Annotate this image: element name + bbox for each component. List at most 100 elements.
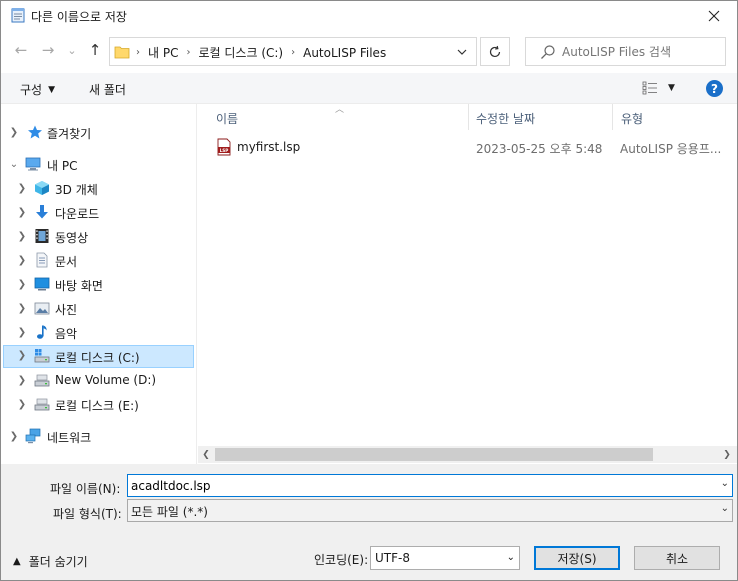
- hide-folders-button[interactable]: ▲ 폴더 숨기기: [13, 553, 88, 570]
- chevron-down-icon: ⌄: [506, 552, 515, 563]
- sidebar-item-local-disk-c[interactable]: ❯ 로컬 디스크 (C:): [3, 345, 194, 368]
- file-row[interactable]: LSP myfirst.lsp 2023-05-25 오후 5:48 AutoL…: [208, 136, 733, 158]
- chevron-right-icon[interactable]: ❯: [16, 399, 28, 410]
- hide-folders-label: 폴더 숨기기: [28, 555, 88, 569]
- sidebar-item-pictures[interactable]: ❯ 사진: [3, 297, 194, 320]
- star-icon: [28, 125, 42, 139]
- computer-icon: [25, 157, 41, 171]
- column-header-date-modified[interactable]: 수정한 날짜: [469, 104, 613, 130]
- video-icon: [35, 229, 49, 243]
- caret-down-icon: ▼: [48, 84, 56, 95]
- sort-ascending-icon: ︿: [335, 105, 345, 115]
- sidebar-item-label: 문서: [55, 255, 78, 269]
- save-button[interactable]: 저장(S): [534, 546, 620, 570]
- chevron-down-icon[interactable]: ⌄: [721, 478, 729, 489]
- column-header-type[interactable]: 유형: [613, 104, 737, 130]
- sidebar-item-desktop[interactable]: ❯ 바탕 화면: [3, 273, 194, 296]
- save-options-panel: 파일 이름(N): ⌄ 파일 형식(T): 모든 파일 (*.*) ⌄ ▲ 폴더…: [1, 464, 737, 580]
- sidebar-item-3d-objects[interactable]: ❯ 3D 개체: [3, 177, 194, 200]
- new-folder-label: 새 폴더: [89, 83, 126, 97]
- close-icon: [708, 10, 720, 22]
- chevron-left-icon: ❮: [202, 449, 210, 460]
- sidebar-item-label: 동영상: [55, 231, 89, 245]
- filename-field[interactable]: ⌄: [127, 474, 733, 497]
- search-box[interactable]: [525, 37, 726, 66]
- chevron-right-icon[interactable]: ❯: [16, 183, 28, 194]
- refresh-icon: [489, 45, 501, 57]
- caret-down-icon: ▼: [668, 83, 675, 93]
- sidebar-item-music[interactable]: ❯ 음악: [3, 321, 194, 344]
- sidebar-item-this-pc[interactable]: ⌄ 내 PC: [3, 153, 194, 176]
- download-icon: [36, 205, 48, 219]
- chevron-right-icon[interactable]: ❯: [16, 327, 28, 338]
- up-button[interactable]: ↑: [84, 39, 106, 61]
- column-header-label: 유형: [621, 112, 644, 126]
- search-input[interactable]: [562, 43, 722, 61]
- document-icon: [36, 252, 48, 268]
- organize-label: 구성: [20, 83, 43, 97]
- sidebar-item-label: 내 PC: [47, 159, 78, 173]
- sidebar-item-label: 사진: [55, 303, 78, 317]
- sidebar-item-new-volume-d[interactable]: ❯ New Volume (D:): [3, 369, 194, 392]
- sidebar-item-network[interactable]: ❯ 네트워크: [3, 425, 194, 448]
- breadcrumb-item[interactable]: 내 PC: [148, 44, 178, 61]
- sidebar-item-label: 다운로드: [55, 207, 100, 221]
- chevron-down-icon: ⌄: [67, 43, 77, 57]
- breadcrumb-item[interactable]: 로컬 디스크 (C:): [198, 44, 283, 61]
- horizontal-scrollbar[interactable]: ❮ ❯: [198, 446, 737, 463]
- chevron-up-icon: ▲: [13, 556, 21, 567]
- arrow-left-icon: ←: [14, 41, 28, 59]
- address-bar[interactable]: › 내 PC › 로컬 디스크 (C:) › AutoLISP Files: [109, 37, 477, 66]
- encoding-select[interactable]: UTF-8 ⌄: [370, 546, 520, 570]
- cancel-button[interactable]: 취소: [634, 546, 720, 570]
- back-button[interactable]: ←: [10, 39, 32, 61]
- chevron-down-icon[interactable]: ⌄: [8, 159, 20, 170]
- chevron-right-icon[interactable]: ❯: [16, 303, 28, 314]
- view-options-button[interactable]: ▼: [642, 81, 675, 95]
- sidebar-item-quick-access[interactable]: ❯ 즐겨찾기: [3, 121, 194, 144]
- refresh-button[interactable]: [480, 37, 510, 66]
- breadcrumb: › 내 PC › 로컬 디스크 (C:) › AutoLISP Files: [136, 44, 386, 61]
- search-icon: [541, 45, 555, 59]
- chevron-right-icon[interactable]: ❯: [8, 127, 20, 138]
- scrollbar-thumb[interactable]: [215, 448, 653, 461]
- recent-locations-button[interactable]: ⌄: [61, 39, 83, 61]
- chevron-right-icon[interactable]: ❯: [16, 255, 28, 266]
- address-history-dropdown[interactable]: [448, 38, 476, 65]
- column-header-name[interactable]: ︿ 이름: [198, 104, 469, 130]
- 3d-objects-icon: [35, 181, 49, 195]
- close-button[interactable]: [691, 1, 737, 31]
- chevron-right-icon[interactable]: ❯: [16, 350, 28, 361]
- filetype-select[interactable]: 모든 파일 (*.*) ⌄: [127, 499, 733, 522]
- encoding-value: UTF-8: [375, 551, 410, 565]
- filetype-label: 파일 형식(T):: [53, 507, 122, 521]
- sidebar-item-videos[interactable]: ❯ 동영상: [3, 225, 194, 248]
- sidebar-item-label: 네트워크: [47, 431, 92, 445]
- scroll-left-button[interactable]: ❮: [199, 448, 213, 461]
- chevron-right-icon[interactable]: ❯: [16, 279, 28, 290]
- sidebar-item-documents[interactable]: ❯ 문서: [3, 249, 194, 272]
- forward-button[interactable]: →: [37, 39, 59, 61]
- toolbar: 구성 ▼ 새 폴더 ▼: [1, 73, 737, 104]
- svg-text:LSP: LSP: [220, 148, 229, 153]
- breadcrumb-separator: ›: [186, 47, 191, 58]
- organize-menu-button[interactable]: 구성 ▼: [20, 81, 55, 98]
- breadcrumb-separator: ›: [291, 47, 296, 58]
- sidebar-item-local-disk-e[interactable]: ❯ 로컬 디스크 (E:): [3, 393, 194, 416]
- chevron-right-icon[interactable]: ❯: [8, 431, 20, 442]
- sidebar-item-label: 바탕 화면: [55, 279, 103, 293]
- network-icon: [25, 428, 41, 444]
- filename-input[interactable]: [131, 477, 701, 494]
- chevron-right-icon[interactable]: ❯: [16, 207, 28, 218]
- new-folder-button[interactable]: 새 폴더: [89, 81, 126, 98]
- chevron-right-icon[interactable]: ❯: [16, 231, 28, 242]
- breadcrumb-item[interactable]: AutoLISP Files: [303, 46, 386, 60]
- drive-windows-icon: [34, 349, 50, 363]
- breadcrumb-separator: ›: [136, 47, 140, 58]
- chevron-right-icon[interactable]: ❯: [16, 375, 28, 386]
- help-button[interactable]: ?: [706, 80, 723, 97]
- save-as-dialog: 다른 이름으로 저장 ← → ⌄ ↑ › 내 PC › 로컬 디스크 (C:) …: [0, 0, 738, 581]
- sidebar-item-downloads[interactable]: ❯ 다운로드: [3, 201, 194, 224]
- filename-label: 파일 이름(N):: [50, 482, 121, 496]
- scroll-right-button[interactable]: ❯: [720, 448, 734, 461]
